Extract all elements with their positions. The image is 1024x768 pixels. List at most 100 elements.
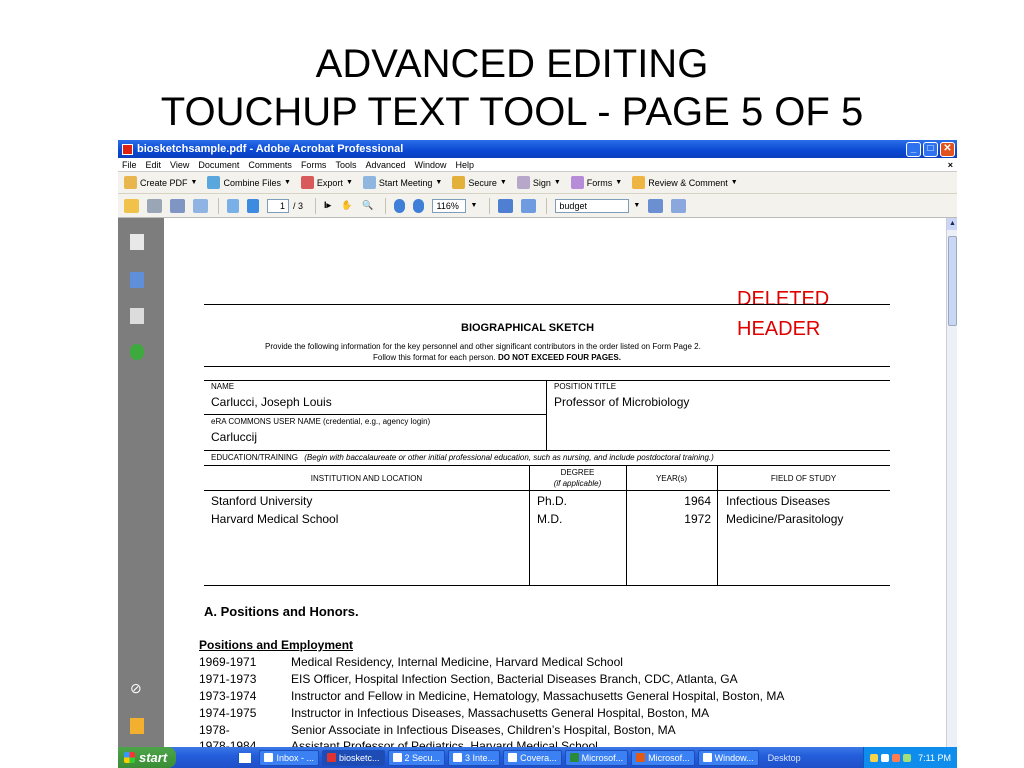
maximize-button[interactable]: □ [923, 141, 938, 157]
slide-title-line2: TOUCHUP TEXT TOOL - PAGE 5 OF 5 [160, 90, 864, 134]
search-options-icon[interactable] [671, 198, 687, 213]
year-cell: 1972 [684, 512, 711, 526]
fit-page-icon[interactable] [498, 198, 514, 213]
menu-file[interactable]: File [122, 160, 137, 170]
tray-icon[interactable] [903, 753, 912, 762]
menu-advanced[interactable]: Advanced [365, 160, 405, 170]
print-icon[interactable] [147, 198, 162, 213]
fit-width-icon[interactable] [521, 198, 537, 213]
slide-title: ADVANCED EDITING TOUCHUP TEXT TOOL - PAG… [0, 40, 1024, 136]
tray-icon[interactable] [870, 753, 879, 762]
document-close-icon[interactable]: × [948, 160, 953, 170]
chevron-down-icon: ▼ [553, 179, 561, 186]
menu-comments[interactable]: Comments [248, 160, 292, 170]
workspace: ⊘ DELETED HEADER BIOGRAPHICAL SKETCH Pro… [118, 218, 957, 768]
degree-cell: M.D. [537, 512, 563, 526]
quick-launch-icon[interactable] [238, 752, 252, 763]
taskbar-item-inbox[interactable]: Inbox - ... [259, 749, 319, 766]
rule [204, 490, 890, 491]
hand-tool-icon[interactable]: ✋ [341, 200, 352, 211]
forms-button[interactable]: Forms ▼ [570, 176, 623, 189]
slide-title-line1: ADVANCED EDITING [315, 42, 709, 86]
menu-document[interactable]: Document [198, 160, 239, 170]
review-comment-button[interactable]: Review & Comment ▼ [632, 176, 738, 189]
tray-icon[interactable] [892, 753, 901, 762]
col-institution: INSTITUTION AND LOCATION [310, 474, 423, 483]
toolbar-divider [489, 197, 491, 214]
export-button[interactable]: Export ▼ [300, 176, 353, 189]
pages-icon[interactable] [130, 234, 144, 250]
taskbar-item-powerpoint[interactable]: Microsof... [631, 749, 695, 766]
navigation-toolbar: 1 / 3 I▸ ✋ 🔍 116% ▼ budget ▼ [118, 194, 957, 218]
taskbar-item-security[interactable]: 2 Secu... [387, 749, 446, 766]
rule [717, 465, 718, 585]
scroll-up-icon[interactable]: ▲ [947, 218, 957, 230]
signatures-icon[interactable] [130, 308, 144, 324]
save-icon[interactable] [170, 198, 185, 213]
combine-files-button[interactable]: Combine Files ▼ [207, 176, 291, 189]
col-years: YEAR(s) [655, 474, 688, 483]
minimize-button[interactable]: _ [906, 141, 921, 157]
annotation-line1: DELETED [737, 288, 830, 310]
chevron-down-icon[interactable]: ▼ [470, 202, 477, 209]
taskbar-item-biosketch[interactable]: biosketc... [321, 749, 385, 766]
education-note: (Begin with baccalaureate or other initi… [304, 453, 714, 462]
chevron-down-icon[interactable]: ▼ [633, 202, 640, 209]
taskbar-item-label: Inbox - ... [276, 752, 314, 763]
window-titlebar[interactable]: biosketchsample.pdf - Adobe Acrobat Prof… [118, 140, 957, 158]
comments-icon[interactable] [130, 718, 144, 734]
start-button[interactable]: start [118, 747, 176, 768]
paperclip-icon[interactable]: ⊘ [130, 680, 144, 696]
desktop-toolbar-label[interactable]: Desktop [768, 753, 801, 763]
powerpoint-icon [636, 753, 646, 762]
zoom-tool-icon[interactable]: 🔍 [362, 200, 373, 211]
name-value: Carlucci, Joseph Louis [211, 395, 332, 409]
toolbar-divider [385, 197, 387, 214]
taskbar-item-coverage[interactable]: Covera... [503, 749, 562, 766]
windows-logo-icon [124, 752, 135, 763]
page-total: / 3 [293, 200, 304, 211]
open-folder-icon[interactable] [124, 198, 139, 213]
menu-help[interactable]: Help [456, 160, 475, 170]
menu-window[interactable]: Window [414, 160, 446, 170]
pen-icon [516, 176, 530, 189]
sign-button[interactable]: Sign ▼ [516, 176, 561, 189]
menu-edit[interactable]: Edit [146, 160, 162, 170]
forms-label: Forms [586, 177, 613, 188]
create-pdf-button[interactable]: Create PDF ▼ [124, 176, 197, 189]
secure-button[interactable]: Secure ▼ [452, 176, 507, 189]
close-button[interactable]: ✕ [940, 141, 955, 157]
taskbar-item-windows[interactable]: Window... [697, 749, 759, 766]
page-number-input[interactable]: 1 [267, 198, 289, 213]
instructions-line2: Follow this format for each person. DO N… [373, 353, 621, 362]
next-page-icon[interactable] [247, 198, 259, 213]
zoom-out-icon[interactable] [394, 198, 406, 213]
taskbar-item-excel[interactable]: Microsof... [564, 749, 629, 766]
chevron-down-icon: ▼ [499, 179, 507, 186]
zoom-in-icon[interactable] [413, 198, 425, 213]
tray-icon[interactable] [881, 753, 890, 762]
zoom-level-input[interactable]: 116% [432, 198, 467, 213]
chevron-down-icon: ▼ [615, 179, 623, 186]
window-icon [702, 753, 712, 762]
windows-taskbar: start Inbox - ... biosketc... 2 Secu... … [118, 747, 957, 768]
bookmarks-icon[interactable] [130, 272, 144, 288]
start-meeting-button[interactable]: Start Meeting ▼ [362, 176, 442, 189]
select-text-icon[interactable]: I▸ [324, 200, 331, 211]
taskbar-item-internet[interactable]: 3 Inte... [448, 749, 501, 766]
search-input[interactable]: budget [555, 198, 630, 213]
scrollbar-thumb[interactable] [948, 236, 957, 326]
menu-view[interactable]: View [170, 160, 189, 170]
search-next-icon[interactable] [648, 198, 664, 213]
previous-page-icon[interactable] [227, 198, 239, 213]
document-view[interactable]: DELETED HEADER BIOGRAPHICAL SKETCH Provi… [164, 218, 946, 768]
email-icon[interactable] [193, 198, 208, 213]
menu-tools[interactable]: Tools [335, 160, 356, 170]
chevron-down-icon: ▼ [345, 179, 353, 186]
document-page: DELETED HEADER BIOGRAPHICAL SKETCH Provi… [164, 218, 946, 768]
system-tray: 7:11 PM [863, 747, 957, 768]
help-icon[interactable] [130, 344, 144, 360]
menu-forms[interactable]: Forms [301, 160, 327, 170]
positions-heading: Positions and Employment [199, 638, 354, 652]
vertical-scrollbar[interactable]: ▲ ▼ [946, 218, 957, 768]
